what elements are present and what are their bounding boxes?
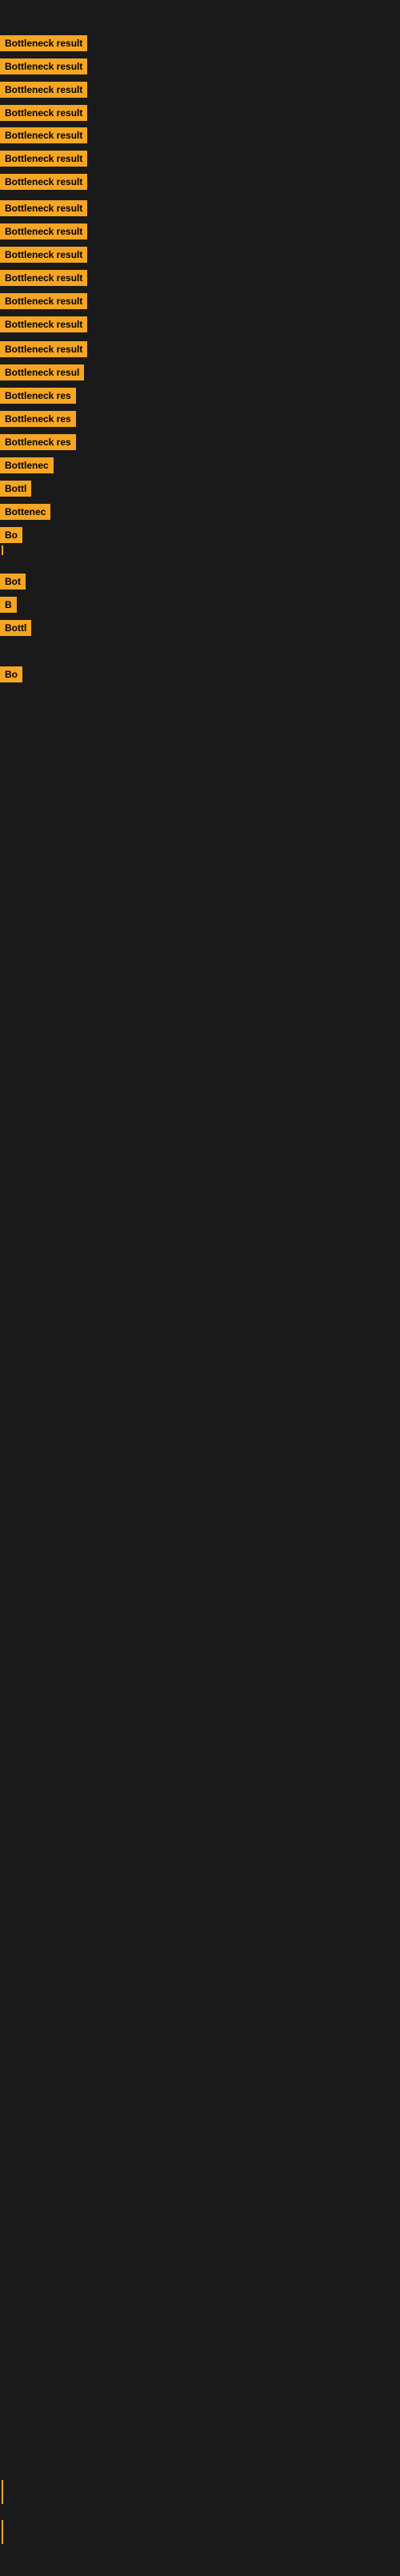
badge-text-3: Bottleneck result (0, 82, 87, 98)
vertical-line-0 (2, 545, 3, 555)
bottleneck-badge-10: Bottleneck result (0, 247, 87, 267)
badge-text-6: Bottleneck result (0, 151, 87, 167)
bottleneck-badge-15: Bottleneck resul (0, 364, 84, 384)
bottleneck-badge-26: Bottl (0, 620, 31, 640)
bottleneck-badge-24: Bot (0, 574, 26, 594)
badge-text-5: Bottleneck result (0, 127, 87, 143)
bottleneck-badge-25: B (0, 597, 17, 617)
vertical-line-1 (2, 2480, 3, 2504)
bottleneck-badge-7: Bottleneck result (0, 174, 87, 194)
badge-text-13: Bottleneck result (0, 316, 87, 332)
badge-text-26: Bottl (0, 620, 31, 636)
bottleneck-badge-17: Bottleneck res (0, 411, 76, 431)
bottleneck-badge-16: Bottleneck res (0, 388, 76, 408)
bottleneck-badge-2: Bottleneck result (0, 58, 87, 78)
bottleneck-badge-5: Bottleneck result (0, 127, 87, 147)
badge-text-21: Bottenec (0, 504, 50, 520)
bottleneck-badge-22: Bo (0, 527, 22, 547)
badge-text-1: Bottleneck result (0, 35, 87, 51)
bottleneck-badge-1: Bottleneck result (0, 35, 87, 55)
badge-text-4: Bottleneck result (0, 105, 87, 121)
badge-text-17: Bottleneck res (0, 411, 76, 427)
vertical-line-2 (2, 2520, 3, 2544)
bottleneck-badge-9: Bottleneck result (0, 223, 87, 244)
badge-text-18: Bottleneck res (0, 434, 76, 450)
bottleneck-badge-3: Bottleneck result (0, 82, 87, 102)
badge-text-24: Bot (0, 574, 26, 590)
badge-text-2: Bottleneck result (0, 58, 87, 74)
badge-text-20: Bottl (0, 481, 31, 497)
badge-text-15: Bottleneck resul (0, 364, 84, 380)
bottleneck-badge-18: Bottleneck res (0, 434, 76, 454)
bottleneck-badge-4: Bottleneck result (0, 105, 87, 125)
bottleneck-badge-20: Bottl (0, 481, 31, 501)
bottleneck-badge-14: Bottleneck result (0, 341, 87, 361)
bottleneck-badge-19: Bottlenec (0, 457, 54, 477)
bottleneck-badge-29: Bo (0, 666, 22, 686)
badge-text-8: Bottleneck result (0, 200, 87, 216)
badge-text-19: Bottlenec (0, 457, 54, 473)
badge-text-12: Bottleneck result (0, 293, 87, 309)
bottleneck-badge-11: Bottleneck result (0, 270, 87, 290)
site-title (0, 0, 400, 13)
badge-text-7: Bottleneck result (0, 174, 87, 190)
badge-text-14: Bottleneck result (0, 341, 87, 357)
badge-text-9: Bottleneck result (0, 223, 87, 239)
badge-text-29: Bo (0, 666, 22, 682)
bottleneck-badge-21: Bottenec (0, 504, 50, 524)
bottleneck-badge-12: Bottleneck result (0, 293, 87, 313)
badge-text-10: Bottleneck result (0, 247, 87, 263)
badge-text-22: Bo (0, 527, 22, 543)
badge-text-11: Bottleneck result (0, 270, 87, 286)
bottleneck-badge-6: Bottleneck result (0, 151, 87, 171)
bottleneck-badge-13: Bottleneck result (0, 316, 87, 336)
badge-text-25: B (0, 597, 17, 613)
bottleneck-badge-8: Bottleneck result (0, 200, 87, 220)
badge-text-16: Bottleneck res (0, 388, 76, 404)
